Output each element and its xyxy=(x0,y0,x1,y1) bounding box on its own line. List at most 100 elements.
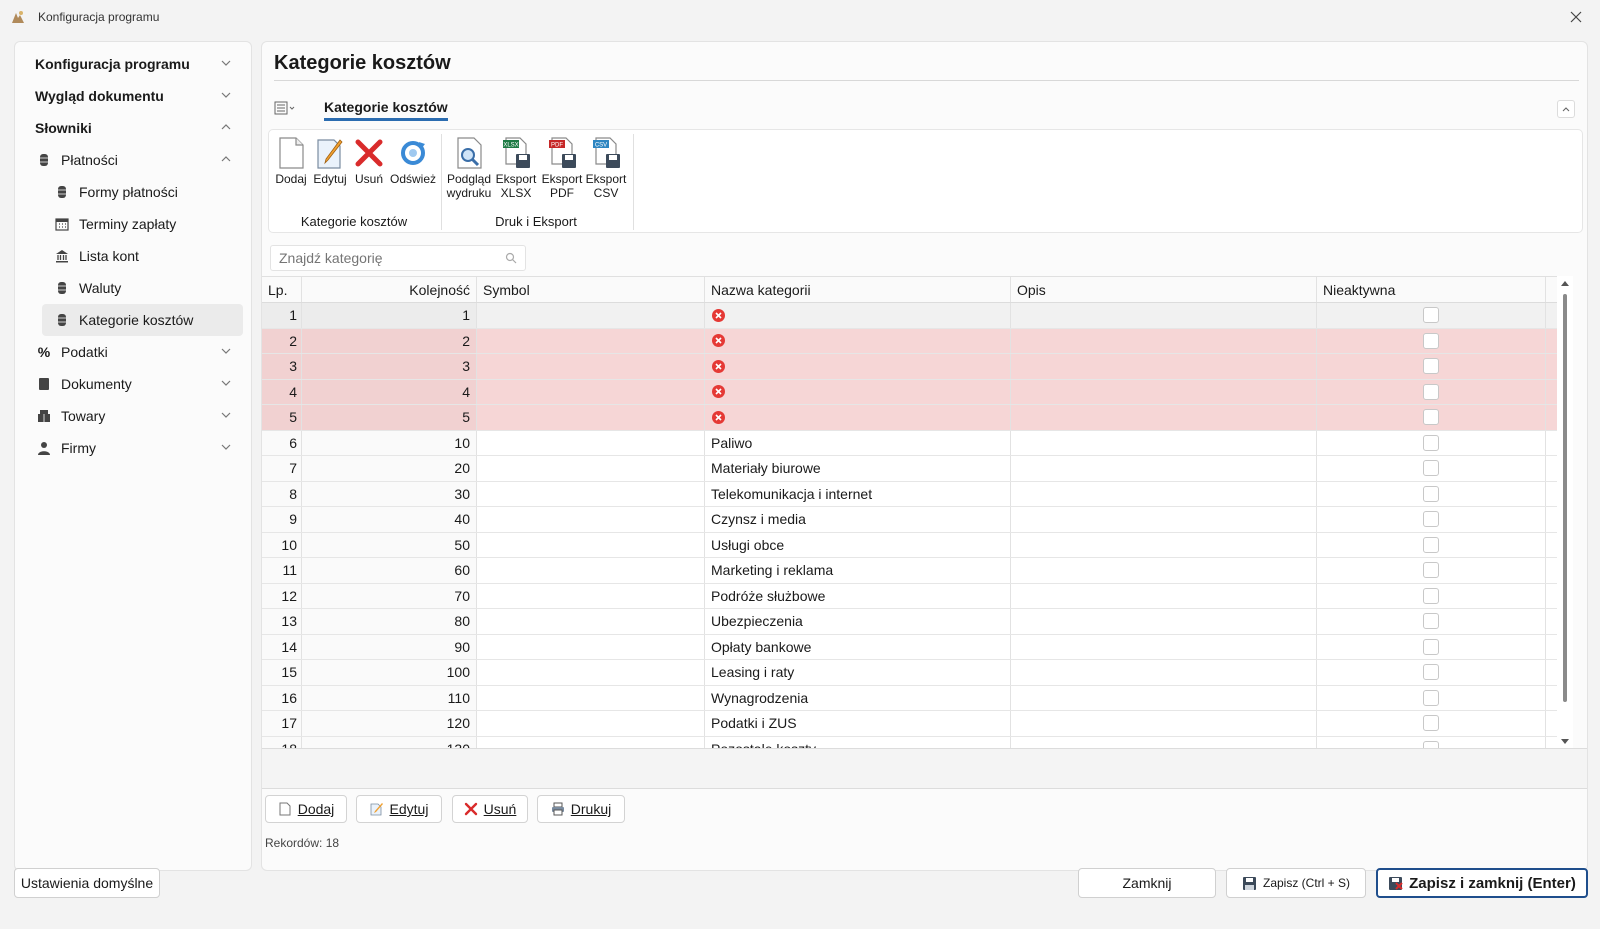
cell-opis[interactable] xyxy=(1011,583,1317,608)
cell-kolejnosc[interactable]: 5 xyxy=(302,405,477,430)
column-header-kolejnosc[interactable]: Kolejność xyxy=(302,277,477,302)
cell-opis[interactable] xyxy=(1011,481,1317,506)
inactive-checkbox[interactable] xyxy=(1423,460,1439,477)
inactive-checkbox[interactable] xyxy=(1423,689,1439,706)
cell-lp[interactable]: 11 xyxy=(262,558,302,583)
column-header-symbol[interactable]: Symbol xyxy=(477,277,705,302)
cell-opis[interactable] xyxy=(1011,507,1317,532)
cell-nazwa[interactable]: Marketing i reklama xyxy=(705,558,1011,583)
cell-lp[interactable]: 14 xyxy=(262,634,302,659)
ribbon-add-button[interactable]: Dodaj xyxy=(274,136,308,186)
cell-symbol[interactable] xyxy=(477,583,705,608)
cell-opis[interactable] xyxy=(1011,711,1317,736)
scroll-up-icon[interactable] xyxy=(1560,279,1570,287)
cell-nazwa[interactable]: Materiały biurowe xyxy=(705,456,1011,481)
inactive-checkbox[interactable] xyxy=(1423,715,1439,732)
cell-nieaktywna[interactable] xyxy=(1317,532,1546,557)
ribbon-print-preview-button[interactable]: Podgląd wydruku xyxy=(445,136,493,200)
inactive-checkbox[interactable] xyxy=(1423,383,1439,400)
sidebar-item-formy-platnosci[interactable]: Formy płatności xyxy=(15,176,251,208)
cell-opis[interactable] xyxy=(1011,430,1317,455)
cell-nazwa[interactable]: Podatki i ZUS xyxy=(705,711,1011,736)
cell-nieaktywna[interactable] xyxy=(1317,430,1546,455)
cell-symbol[interactable] xyxy=(477,507,705,532)
cell-lp[interactable]: 12 xyxy=(262,583,302,608)
inactive-checkbox[interactable] xyxy=(1423,613,1439,630)
cell-opis[interactable] xyxy=(1011,609,1317,634)
table-row[interactable]: 7 20 Materiały biurowe xyxy=(262,456,1557,482)
cell-opis[interactable] xyxy=(1011,354,1317,379)
cell-kolejnosc[interactable]: 60 xyxy=(302,558,477,583)
table-row[interactable]: 15 100 Leasing i raty xyxy=(262,660,1557,686)
cell-symbol[interactable] xyxy=(477,736,705,748)
sidebar-item-podatki[interactable]: % Podatki xyxy=(15,336,251,368)
cell-lp[interactable]: 8 xyxy=(262,481,302,506)
cell-nazwa[interactable] xyxy=(705,379,1011,404)
cell-opis[interactable] xyxy=(1011,736,1317,748)
cell-symbol[interactable] xyxy=(477,379,705,404)
cell-symbol[interactable] xyxy=(477,685,705,710)
cell-opis[interactable] xyxy=(1011,660,1317,685)
cell-symbol[interactable] xyxy=(477,481,705,506)
cell-symbol[interactable] xyxy=(477,430,705,455)
table-row[interactable]: 16 110 Wynagrodzenia xyxy=(262,685,1557,711)
cell-opis[interactable] xyxy=(1011,456,1317,481)
cell-opis[interactable] xyxy=(1011,405,1317,430)
vertical-scrollbar[interactable] xyxy=(1557,276,1573,748)
cell-kolejnosc[interactable]: 50 xyxy=(302,532,477,557)
cell-nazwa[interactable]: Leasing i raty xyxy=(705,660,1011,685)
cell-nieaktywna[interactable] xyxy=(1317,507,1546,532)
cell-nieaktywna[interactable] xyxy=(1317,583,1546,608)
cell-nieaktywna[interactable] xyxy=(1317,354,1546,379)
cell-nieaktywna[interactable] xyxy=(1317,660,1546,685)
ribbon-collapse-button[interactable] xyxy=(1557,100,1575,118)
cell-lp[interactable]: 2 xyxy=(262,328,302,353)
cell-nieaktywna[interactable] xyxy=(1317,634,1546,659)
inactive-checkbox[interactable] xyxy=(1423,587,1439,604)
cell-nieaktywna[interactable] xyxy=(1317,303,1546,328)
column-header-nieaktywna[interactable]: Nieaktywna xyxy=(1317,277,1546,302)
table-row[interactable]: 6 10 Paliwo xyxy=(262,430,1557,456)
inactive-checkbox[interactable] xyxy=(1423,307,1439,324)
table-row[interactable]: 33 xyxy=(262,354,1557,380)
cell-kolejnosc[interactable]: 100 xyxy=(302,660,477,685)
cell-nieaktywna[interactable] xyxy=(1317,328,1546,353)
cell-lp[interactable]: 16 xyxy=(262,685,302,710)
cell-kolejnosc[interactable]: 2 xyxy=(302,328,477,353)
cell-nazwa[interactable] xyxy=(705,303,1011,328)
cell-kolejnosc[interactable]: 20 xyxy=(302,456,477,481)
sidebar-item-terminy-zaplaty[interactable]: Terminy zapłaty xyxy=(15,208,251,240)
cell-symbol[interactable] xyxy=(477,532,705,557)
tab-kategorie-kosztow[interactable]: Kategorie kosztów xyxy=(324,99,448,121)
cell-nieaktywna[interactable] xyxy=(1317,558,1546,583)
inactive-checkbox[interactable] xyxy=(1423,511,1439,528)
ribbon-menu-icon[interactable] xyxy=(274,100,296,116)
cell-nazwa[interactable]: Opłaty bankowe xyxy=(705,634,1011,659)
ribbon-refresh-button[interactable]: Odśwież xyxy=(389,136,437,186)
cell-symbol[interactable] xyxy=(477,328,705,353)
inactive-checkbox[interactable] xyxy=(1423,562,1439,579)
scrollbar-thumb[interactable] xyxy=(1563,294,1567,702)
cell-nazwa[interactable] xyxy=(705,405,1011,430)
cell-lp[interactable]: 3 xyxy=(262,354,302,379)
sidebar-item-dokumenty[interactable]: Dokumenty xyxy=(15,368,251,400)
cell-symbol[interactable] xyxy=(477,660,705,685)
ribbon-edit-button[interactable]: Edytuj xyxy=(312,136,348,186)
cell-symbol[interactable] xyxy=(477,303,705,328)
cell-kolejnosc[interactable]: 130 xyxy=(302,736,477,748)
inactive-checkbox[interactable] xyxy=(1423,536,1439,553)
cell-symbol[interactable] xyxy=(477,354,705,379)
cell-symbol[interactable] xyxy=(477,609,705,634)
cell-lp[interactable]: 10 xyxy=(262,532,302,557)
cell-opis[interactable] xyxy=(1011,328,1317,353)
inactive-checkbox[interactable] xyxy=(1423,485,1439,502)
cell-nieaktywna[interactable] xyxy=(1317,609,1546,634)
cell-lp[interactable]: 17 xyxy=(262,711,302,736)
ribbon-export-xlsx-button[interactable]: XLSX Eksport XLSX xyxy=(495,136,537,200)
inactive-checkbox[interactable] xyxy=(1423,409,1439,426)
cell-symbol[interactable] xyxy=(477,634,705,659)
table-row[interactable]: 18130 Pozostałe koszty xyxy=(262,736,1557,748)
table-row[interactable]: 13 80 Ubezpieczenia xyxy=(262,609,1557,635)
defaults-button[interactable]: Ustawienia domyślne xyxy=(14,868,160,898)
cell-kolejnosc[interactable]: 90 xyxy=(302,634,477,659)
